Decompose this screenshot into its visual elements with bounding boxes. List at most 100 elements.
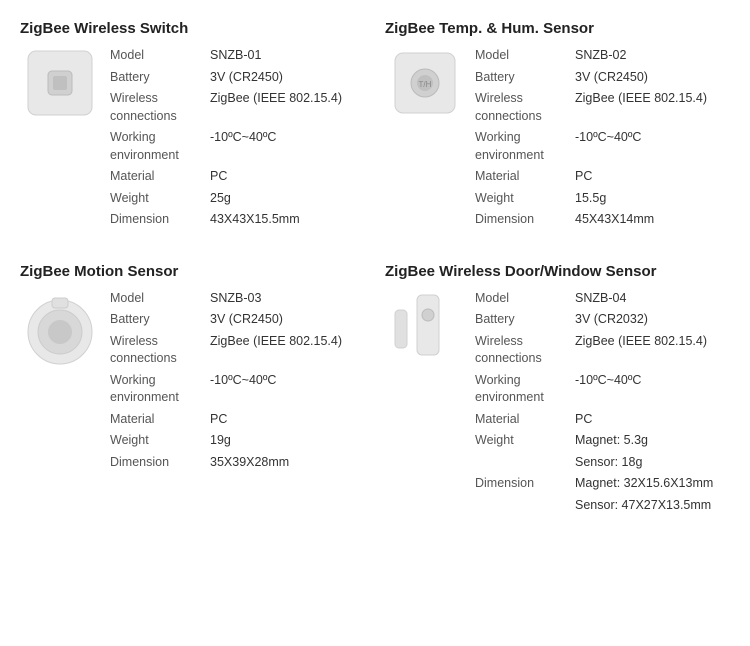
product-door-image — [385, 290, 465, 380]
spec-row: Dimension Magnet: 32X15.6X13mm — [475, 475, 730, 493]
spec-row: Wireless connections ZigBee (IEEE 802.15… — [475, 90, 730, 125]
product-door-specs: Model SNZB-04 Battery 3V (CR2032) Wirele… — [475, 290, 730, 519]
spec-row: Wireless connections ZigBee (IEEE 802.15… — [475, 333, 730, 368]
spec-row: Working environment -10ºC~40ºC — [110, 129, 365, 164]
spec-label: Battery — [110, 311, 210, 329]
spec-row: Material PC — [475, 411, 730, 429]
spec-row: Material PC — [110, 168, 365, 186]
spec-value: Sensor: 18g — [575, 454, 730, 472]
spec-value: 43X43X15.5mm — [210, 211, 365, 229]
spec-label: Dimension — [110, 454, 210, 472]
spec-label: Wireless connections — [110, 90, 210, 125]
spec-label: Material — [475, 168, 575, 186]
spec-label: Dimension — [475, 211, 575, 229]
spec-value: PC — [575, 168, 730, 186]
spec-value: ZigBee (IEEE 802.15.4) — [575, 90, 730, 125]
product-switch-title: ZigBee Wireless Switch — [20, 20, 365, 37]
spec-value: ZigBee (IEEE 802.15.4) — [210, 333, 365, 368]
product-temp-image: T/H — [385, 47, 465, 119]
spec-label: Dimension — [110, 211, 210, 229]
spec-value: Magnet: 32X15.6X13mm — [575, 475, 730, 493]
svg-text:T/H: T/H — [419, 80, 432, 89]
spec-value: -10ºC~40ºC — [575, 372, 730, 407]
spec-row: Working environment -10ºC~40ºC — [475, 129, 730, 164]
spec-label: Wireless connections — [475, 333, 575, 368]
product-motion-specs: Model SNZB-03 Battery 3V (CR2450) Wirele… — [110, 290, 365, 476]
spec-value: 3V (CR2450) — [575, 69, 730, 87]
spec-row: Material PC — [110, 411, 365, 429]
spec-value: SNZB-04 — [575, 290, 730, 308]
product-door-body: Model SNZB-04 Battery 3V (CR2032) Wirele… — [385, 290, 730, 519]
spec-value: -10ºC~40ºC — [575, 129, 730, 164]
product-motion-image — [20, 290, 100, 370]
spec-value: 3V (CR2450) — [210, 311, 365, 329]
spec-row: Dimension 45X43X14mm — [475, 211, 730, 229]
spec-label: Weight — [110, 432, 210, 450]
spec-value: ZigBee (IEEE 802.15.4) — [210, 90, 365, 125]
spec-value: 45X43X14mm — [575, 211, 730, 229]
spec-value: 3V (CR2032) — [575, 311, 730, 329]
spec-label: Working environment — [475, 372, 575, 407]
spec-label: Model — [110, 290, 210, 308]
spec-row: Model SNZB-03 — [110, 290, 365, 308]
product-temp-specs: Model SNZB-02 Battery 3V (CR2450) Wirele… — [475, 47, 730, 233]
spec-label: Wireless connections — [110, 333, 210, 368]
spec-value: 25g — [210, 190, 365, 208]
spec-row: Model SNZB-04 — [475, 290, 730, 308]
spec-value: PC — [575, 411, 730, 429]
spec-label: Model — [475, 47, 575, 65]
spec-row: Working environment -10ºC~40ºC — [110, 372, 365, 407]
spec-row: Battery 3V (CR2450) — [475, 69, 730, 87]
spec-row: Dimension 35X39X28mm — [110, 454, 365, 472]
spec-row: Model SNZB-02 — [475, 47, 730, 65]
spec-value: -10ºC~40ºC — [210, 372, 365, 407]
spec-value: 15.5g — [575, 190, 730, 208]
product-temp: ZigBee Temp. & Hum. Sensor T/H Model SNZ… — [385, 20, 730, 233]
spec-row: Working environment -10ºC~40ºC — [475, 372, 730, 407]
spec-label: Battery — [110, 69, 210, 87]
spec-row: Sensor: 18g — [475, 454, 730, 472]
spec-label: Battery — [475, 69, 575, 87]
product-switch: ZigBee Wireless Switch Model SNZB-01 Bat… — [20, 20, 365, 233]
spec-label: Material — [110, 411, 210, 429]
spec-value: 3V (CR2450) — [210, 69, 365, 87]
spec-label: Weight — [475, 190, 575, 208]
spec-row: Dimension 43X43X15.5mm — [110, 211, 365, 229]
spec-label: Weight — [475, 432, 575, 450]
spec-value: Magnet: 5.3g — [575, 432, 730, 450]
spec-value: 19g — [210, 432, 365, 450]
spec-label: Working environment — [475, 129, 575, 164]
spec-value: Sensor: 47X27X13.5mm — [575, 497, 730, 515]
spec-row: Weight 25g — [110, 190, 365, 208]
spec-row: Weight 15.5g — [475, 190, 730, 208]
spec-value: PC — [210, 168, 365, 186]
spec-value: SNZB-03 — [210, 290, 365, 308]
spec-label: Dimension — [475, 475, 575, 493]
spec-row: Material PC — [475, 168, 730, 186]
product-door: ZigBee Wireless Door/Window Sensor Model… — [385, 263, 730, 519]
spec-row: Weight 19g — [110, 432, 365, 450]
product-door-title: ZigBee Wireless Door/Window Sensor — [385, 263, 730, 280]
spec-value: SNZB-01 — [210, 47, 365, 65]
spec-row: Weight Magnet: 5.3g — [475, 432, 730, 450]
spec-value: PC — [210, 411, 365, 429]
spec-row: Sensor: 47X27X13.5mm — [475, 497, 730, 515]
spec-label: Battery — [475, 311, 575, 329]
product-motion-title: ZigBee Motion Sensor — [20, 263, 365, 280]
product-switch-specs: Model SNZB-01 Battery 3V (CR2450) Wirele… — [110, 47, 365, 233]
product-temp-title: ZigBee Temp. & Hum. Sensor — [385, 20, 730, 37]
spec-row: Wireless connections ZigBee (IEEE 802.15… — [110, 90, 365, 125]
spec-row: Battery 3V (CR2450) — [110, 311, 365, 329]
spec-label — [475, 497, 575, 515]
spec-label: Weight — [110, 190, 210, 208]
spec-value: -10ºC~40ºC — [210, 129, 365, 164]
products-grid: ZigBee Wireless Switch Model SNZB-01 Bat… — [20, 20, 730, 518]
product-motion: ZigBee Motion Sensor Model SNZB-03 Batte… — [20, 263, 365, 519]
spec-label: Model — [475, 290, 575, 308]
product-switch-body: Model SNZB-01 Battery 3V (CR2450) Wirele… — [20, 47, 365, 233]
spec-row: Battery 3V (CR2032) — [475, 311, 730, 329]
spec-row: Battery 3V (CR2450) — [110, 69, 365, 87]
spec-label: Wireless connections — [475, 90, 575, 125]
spec-row: Wireless connections ZigBee (IEEE 802.15… — [110, 333, 365, 368]
spec-label: Material — [110, 168, 210, 186]
